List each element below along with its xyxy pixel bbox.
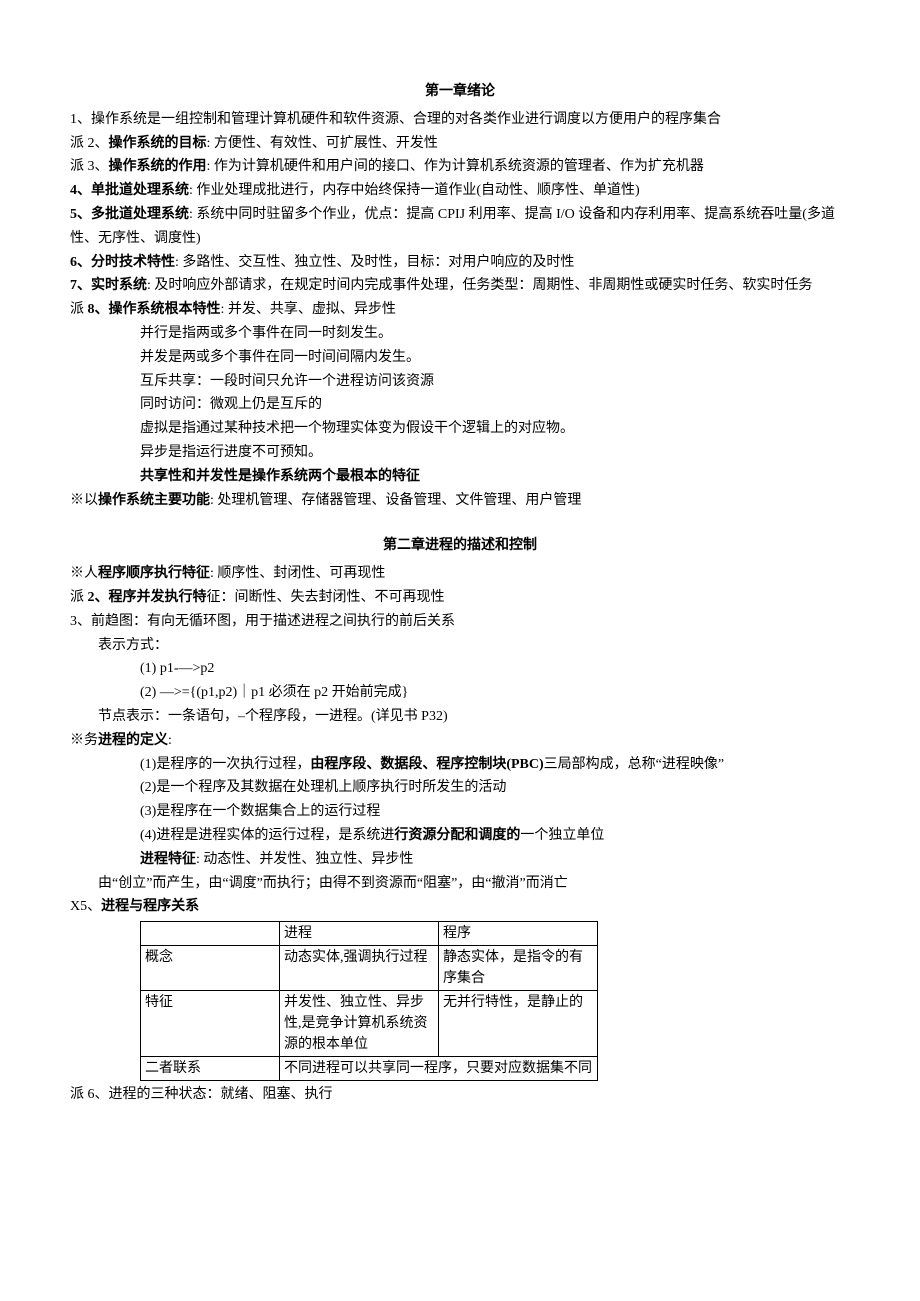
table-row: 特征 并发性、独立性、异步性,是竞争计算机系统资源的根本单位 无并行特性，是静止… [141, 991, 598, 1057]
table-cell: 静态实体，是指令的有序集合 [439, 946, 598, 991]
ch2-item-6: 派 6、进程的三种状态：就绪、阻塞、执行 [70, 1083, 850, 1107]
pre: (1)是程序的一次执行过程， [140, 757, 310, 772]
ch1-item-5: 5、多批道处理系统: 系统中同时驻留多个作业，优点：提高 CPIJ 利用率、提高… [70, 203, 850, 251]
rest: 一个独立单位 [520, 828, 604, 843]
prefix: 4、 [70, 183, 91, 198]
text: : 及时响应外部请求，在规定时间内完成事件处理，任务类型：周期性、非周期性或硬实… [147, 278, 812, 293]
ch1-item-8f: 异步是指运行进度不可预知。 [70, 441, 850, 465]
label: 操作系统的作用 [109, 159, 207, 174]
table-cell: 并发性、独立性、异步性,是竞争计算机系统资源的根本单位 [280, 991, 439, 1057]
rest: 三局部构成，总称“进程映像” [544, 757, 724, 772]
prefix: 派 2、 [70, 136, 109, 151]
ch1-item-2: 派 2、操作系统的目标: 方便性、有效性、可扩展性、开发性 [70, 132, 850, 156]
prefix: 派 3、 [70, 159, 109, 174]
ch2-item-4c: (3)是程序在一个数据集合上的运行过程 [70, 800, 850, 824]
ch2-item-4f: 由“创立”而产生，由“调度”而执行；由得不到资源而“阻塞”，由“撤消”而消亡 [70, 872, 850, 896]
ch1-item-3: 派 3、操作系统的作用: 作为计算机硬件和用户间的接口、作为计算机系统资源的管理… [70, 155, 850, 179]
table-cell: 概念 [141, 946, 280, 991]
ch2-item-3a: 表示方式： [70, 634, 850, 658]
ch2-item-3: 3、前趋图：有向无循环图，用于描述进程之间执行的前后关系 [70, 610, 850, 634]
prefix: ※人 [70, 566, 98, 581]
text: : 方便性、有效性、可扩展性、开发性 [207, 136, 438, 151]
text: : 多路性、交互性、独立性、及时性，目标：对用户响应的及时性 [175, 255, 574, 270]
table-row: 二者联系 不同进程可以共享同一程序，只要对应数据集不同 [141, 1057, 598, 1081]
label: 程序并发执行特 [109, 590, 207, 605]
table-cell: 进程 [280, 922, 439, 946]
process-program-table: 进程 程序 概念 动态实体,强调执行过程 静态实体，是指令的有序集合 特征 并发… [140, 921, 598, 1081]
table-cell: 二者联系 [141, 1057, 280, 1081]
ch1-item-8d: 同时访问：微观上仍是互斥的 [70, 393, 850, 417]
label: 分时技术特性 [91, 255, 175, 270]
ch1-item-8: 派 8、操作系统根本特性: 并发、共享、虚拟、异步性 [70, 298, 850, 322]
prefix: X5、 [70, 899, 101, 914]
table-cell: 动态实体,强调执行过程 [280, 946, 439, 991]
label: 程序顺序执行特征 [98, 566, 210, 581]
ch1-item-8a: 并行是指两或多个事件在同一时刻发生。 [70, 322, 850, 346]
pre: (4)进程是进程实体的运行过程，是系统进 [140, 828, 394, 843]
table-cell [141, 922, 280, 946]
label: 进程与程序关系 [101, 899, 199, 914]
ch1-item-9: ※以操作系统主要功能: 处理机管理、存储器管理、设备管理、文件管理、用户管理 [70, 489, 850, 513]
label: 单批道处理系统 [91, 183, 189, 198]
prefix: 派 [70, 590, 88, 605]
prefix: ※务 [70, 733, 98, 748]
text: : 处理机管理、存储器管理、设备管理、文件管理、用户管理 [210, 493, 581, 508]
ch2-item-4e: 进程特征: 动态性、并发性、独立性、异步性 [70, 848, 850, 872]
label: 进程的定义 [98, 733, 168, 748]
prefix: 7、 [70, 278, 91, 293]
text: : 作为计算机硬件和用户间的接口、作为计算机系统资源的管理者、作为扩充机器 [207, 159, 704, 174]
bold: 行资源分配和调度的 [394, 828, 520, 843]
label: 实时系统 [91, 278, 147, 293]
prefix: 6、 [70, 255, 91, 270]
label: 操作系统根本特性 [109, 302, 221, 317]
table-cell: 不同进程可以共享同一程序，只要对应数据集不同 [280, 1057, 598, 1081]
ch2-item-3c: (2) —>={(p1,p2)｜p1 必须在 p2 开始前完成} [70, 681, 850, 705]
text: 征：间断性、失去封闭性、不可再现性 [207, 590, 445, 605]
ch1-item-7: 7、实时系统: 及时响应外部请求，在规定时间内完成事件处理，任务类型：周期性、非… [70, 274, 850, 298]
label: 多批道处理系统 [91, 207, 189, 222]
ch2-item-1: ※人程序顺序执行特征: 顺序性、封闭性、可再现性 [70, 562, 850, 586]
text: : 动态性、并发性、独立性、异步性 [196, 852, 413, 867]
ch1-item-6: 6、分时技术特性: 多路性、交互性、独立性、及时性，目标：对用户响应的及时性 [70, 251, 850, 275]
ch1-item-8g: 共享性和并发性是操作系统两个最根本的特征 [70, 465, 850, 489]
ch1-item-8e: 虚拟是指通过某种技术把一个物理实体变为假设干个逻辑上的对应物。 [70, 417, 850, 441]
prefix: 5、 [70, 207, 91, 222]
ch1-item-8b: 并发是两或多个事件在同一时间间隔内发生。 [70, 346, 850, 370]
table-cell: 程序 [439, 922, 598, 946]
label: 操作系统主要功能 [98, 493, 210, 508]
ch1-item-8c: 互斥共享：一段时间只允许一个进程访问该资源 [70, 370, 850, 394]
ch2-item-4d: (4)进程是进程实体的运行过程，是系统进行资源分配和调度的一个独立单位 [70, 824, 850, 848]
table-row: 概念 动态实体,强调执行过程 静态实体，是指令的有序集合 [141, 946, 598, 991]
text: : 并发、共享、虚拟、异步性 [221, 302, 396, 317]
ch2-item-3d: 节点表示：一条语句，–个程序段，一进程。(详见书 P32) [70, 705, 850, 729]
num: 2、 [88, 590, 109, 605]
ch2-item-4a: (1)是程序的一次执行过程，由程序段、数据段、程序控制块(PBC)三局部构成，总… [70, 753, 850, 777]
table-row: 进程 程序 [141, 922, 598, 946]
ch1-item-4: 4、单批道处理系统: 作业处理成批进行，内存中始终保持一道作业(自动性、顺序性、… [70, 179, 850, 203]
text: : [168, 733, 172, 748]
ch1-item-1: 1、操作系统是一组控制和管理计算机硬件和软件资源、合理的对各类作业进行调度以方便… [70, 108, 850, 132]
ch2-item-3b: (1) p1-—>p2 [70, 657, 850, 681]
ch2-item-5: X5、进程与程序关系 [70, 895, 850, 919]
prefix: ※以 [70, 493, 98, 508]
num: 8、 [88, 302, 109, 317]
chapter-1-title: 第一章绪论 [70, 80, 850, 104]
ch2-item-4b: (2)是一个程序及其数据在处理机上顺序执行时所发生的活动 [70, 776, 850, 800]
text: : 作业处理成批进行，内存中始终保持一道作业(自动性、顺序性、单道性) [189, 183, 640, 198]
ch2-item-4: ※务进程的定义: [70, 729, 850, 753]
text: : 顺序性、封闭性、可再现性 [210, 566, 385, 581]
label: 进程特征 [140, 852, 196, 867]
prefix: 派 [70, 302, 88, 317]
label: 操作系统的目标 [109, 136, 207, 151]
chapter-2-title: 第二章进程的描述和控制 [70, 534, 850, 558]
table-cell: 特征 [141, 991, 280, 1057]
bold: 由程序段、数据段、程序控制块(PBC) [310, 757, 543, 772]
ch2-item-2: 派 2、程序并发执行特征：间断性、失去封闭性、不可再现性 [70, 586, 850, 610]
table-cell: 无并行特性，是静止的 [439, 991, 598, 1057]
